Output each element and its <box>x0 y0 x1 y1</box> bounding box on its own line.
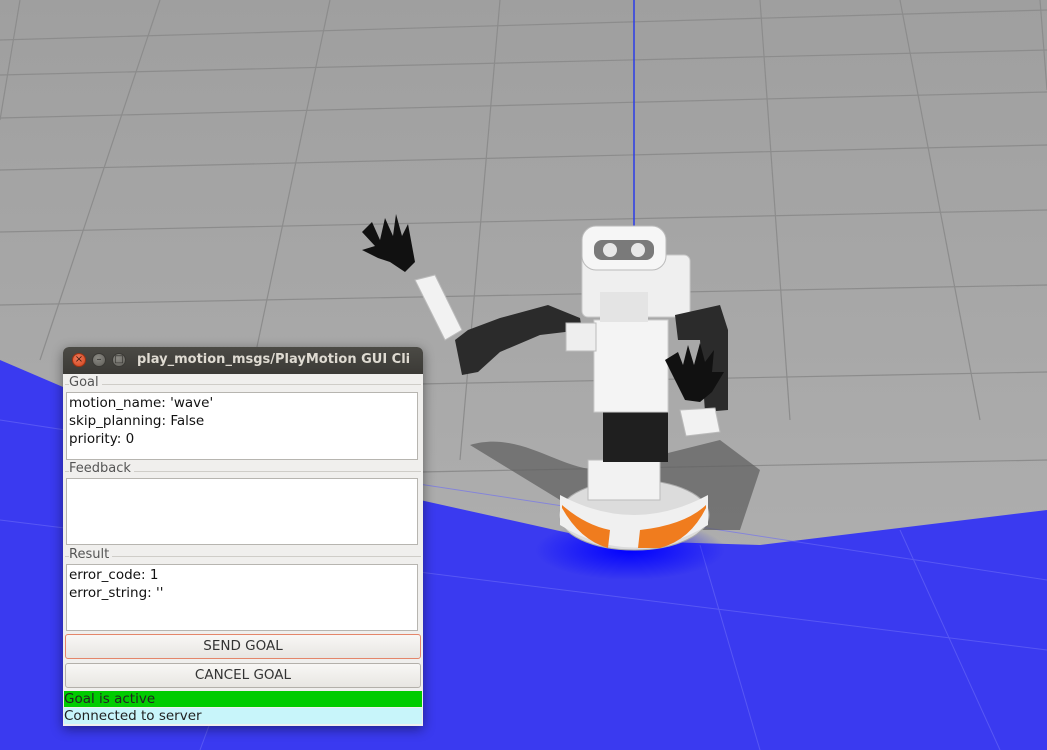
result-line-error-code: error_code: 1 <box>69 567 159 583</box>
goal-line-skip-planning: skip_planning: False <box>69 413 205 429</box>
connection-status-label: Connected to server <box>64 708 422 724</box>
playmotion-gui-window: × – □ play_motion_msgs/PlayMotion GUI Cl… <box>63 347 423 726</box>
result-label: Result <box>69 547 113 562</box>
close-icon[interactable]: × <box>72 353 86 367</box>
send-goal-button[interactable]: SEND GOAL <box>65 634 421 659</box>
goal-text-area[interactable]: motion_name: 'wave' skip_planning: False… <box>66 392 418 460</box>
goal-status-label: Goal is active <box>64 691 422 707</box>
cancel-goal-button[interactable]: CANCEL GOAL <box>65 663 421 688</box>
result-text-area[interactable]: error_code: 1 error_string: '' <box>66 564 418 631</box>
goal-line-priority: priority: 0 <box>69 431 135 447</box>
window-title: play_motion_msgs/PlayMotion GUI Cli <box>137 352 411 367</box>
window-titlebar[interactable]: × – □ play_motion_msgs/PlayMotion GUI Cl… <box>63 347 423 374</box>
feedback-text-area[interactable] <box>66 478 418 545</box>
maximize-icon[interactable]: □ <box>112 353 126 367</box>
goal-label: Goal <box>69 375 102 390</box>
minimize-icon[interactable]: – <box>92 353 106 367</box>
result-divider <box>65 556 421 557</box>
goal-divider <box>65 384 421 385</box>
goal-line-motion-name: motion_name: 'wave' <box>69 395 214 411</box>
feedback-label: Feedback <box>69 461 134 476</box>
result-line-error-string: error_string: '' <box>69 585 164 601</box>
